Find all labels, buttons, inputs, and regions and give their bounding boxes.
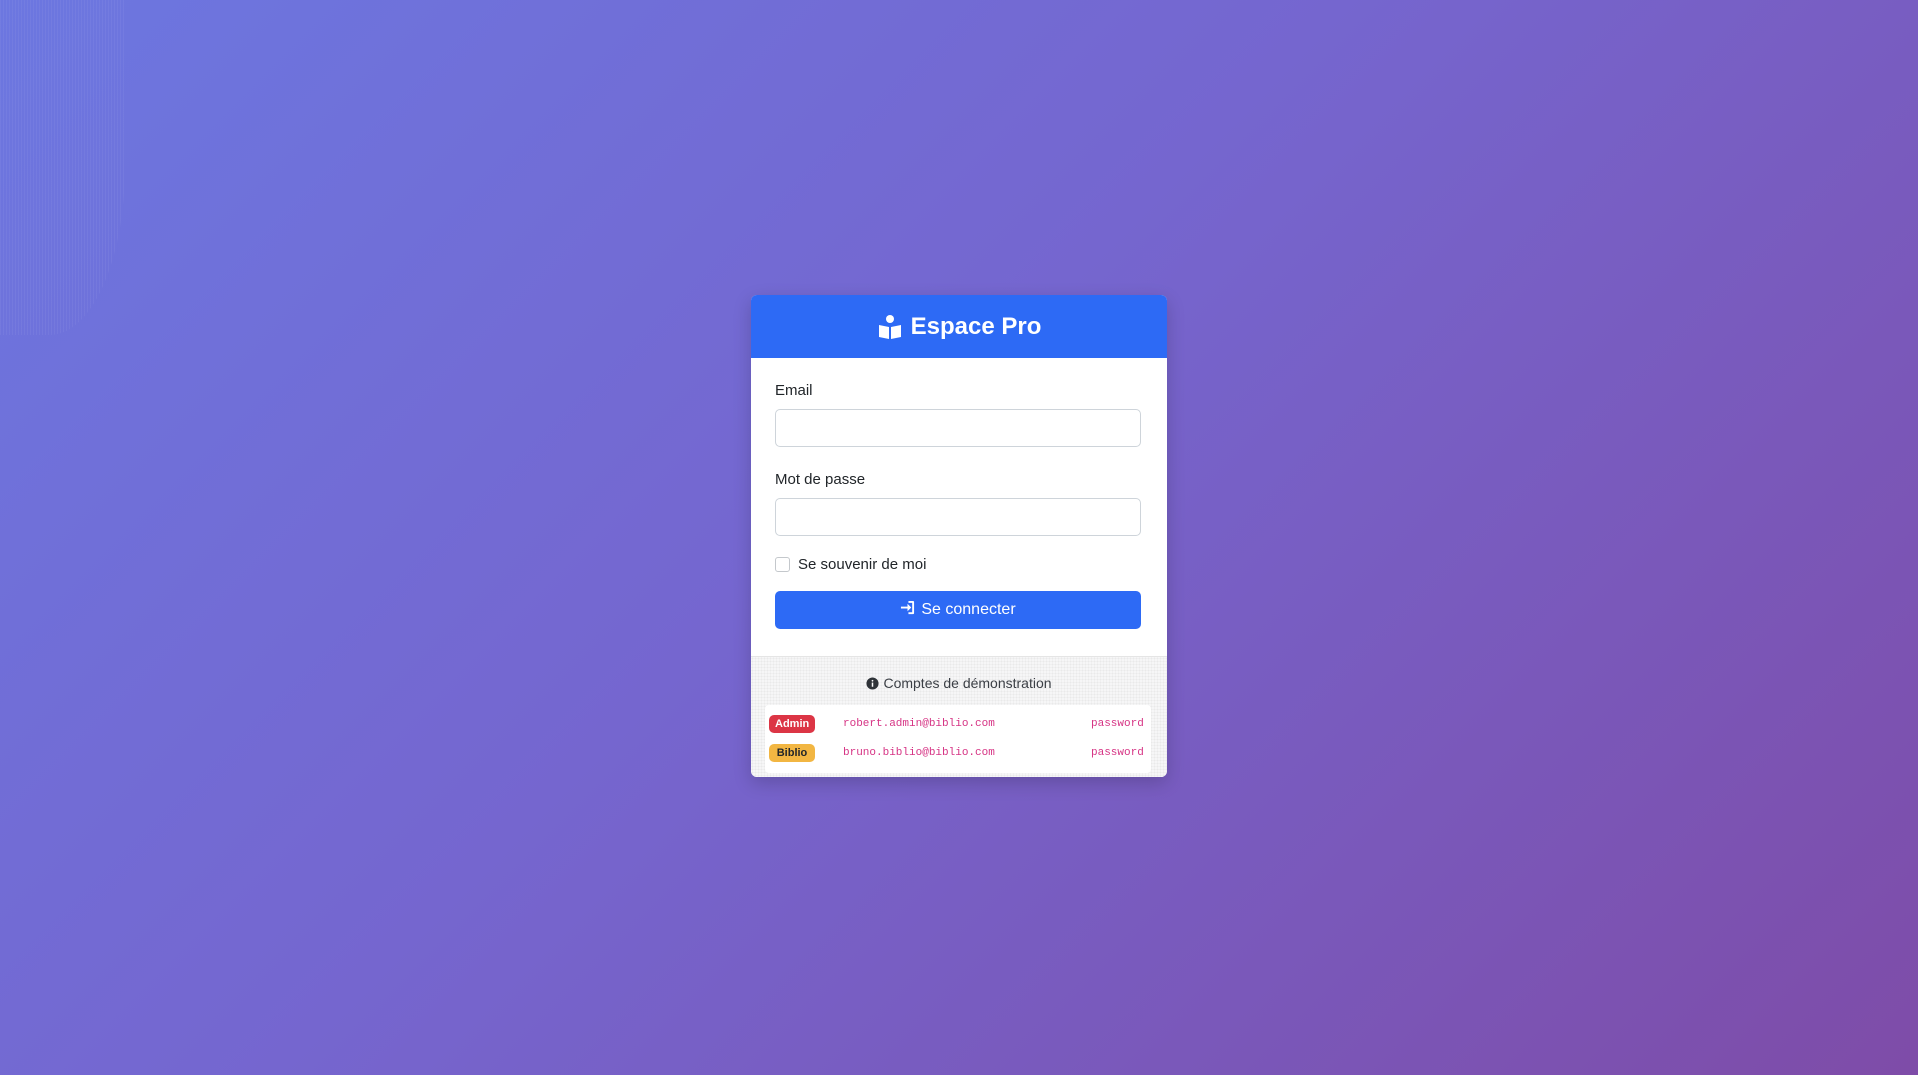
password-field[interactable] xyxy=(775,498,1141,536)
card-header: Espace Pro xyxy=(751,295,1167,358)
remember-me-checkbox[interactable] xyxy=(775,557,790,572)
demo-accounts-title: Comptes de démonstration xyxy=(751,675,1167,691)
role-badge-admin: Admin xyxy=(769,714,815,733)
remember-me-label[interactable]: Se souvenir de moi xyxy=(798,556,926,573)
email-field[interactable] xyxy=(775,409,1141,447)
demo-password: password xyxy=(1091,717,1144,730)
email-label: Email xyxy=(775,382,813,399)
login-card: Espace Pro Email Mot de passe Se souveni… xyxy=(751,295,1167,777)
login-form: Email Mot de passe Se souvenir de moi Se… xyxy=(751,358,1167,629)
password-group: Mot de passe xyxy=(775,471,1143,536)
page-title: Espace Pro xyxy=(910,312,1042,340)
info-circle-icon xyxy=(866,676,879,690)
role-badge-biblio: Biblio xyxy=(769,743,815,762)
remember-me-row: Se souvenir de moi xyxy=(775,556,1143,573)
sign-in-icon xyxy=(900,600,915,620)
demo-account-row: Admin robert.admin@biblio.com password xyxy=(765,709,1151,738)
demo-account-row: Biblio bruno.biblio@biblio.com password xyxy=(765,738,1151,767)
email-group: Email xyxy=(775,382,1143,447)
demo-password: password xyxy=(1091,746,1144,759)
demo-accounts-title-text: Comptes de démonstration xyxy=(883,675,1052,691)
background-artifact xyxy=(0,0,125,335)
demo-email: bruno.biblio@biblio.com xyxy=(843,746,995,759)
demo-accounts-table: Admin robert.admin@biblio.com password B… xyxy=(765,705,1151,773)
login-button-label: Se connecter xyxy=(921,601,1016,618)
demo-accounts-section: Comptes de démonstration Admin robert.ad… xyxy=(751,656,1167,777)
demo-email: robert.admin@biblio.com xyxy=(843,717,995,730)
password-label: Mot de passe xyxy=(775,471,866,488)
book-reader-icon xyxy=(877,314,903,340)
login-button[interactable]: Se connecter xyxy=(775,591,1141,629)
